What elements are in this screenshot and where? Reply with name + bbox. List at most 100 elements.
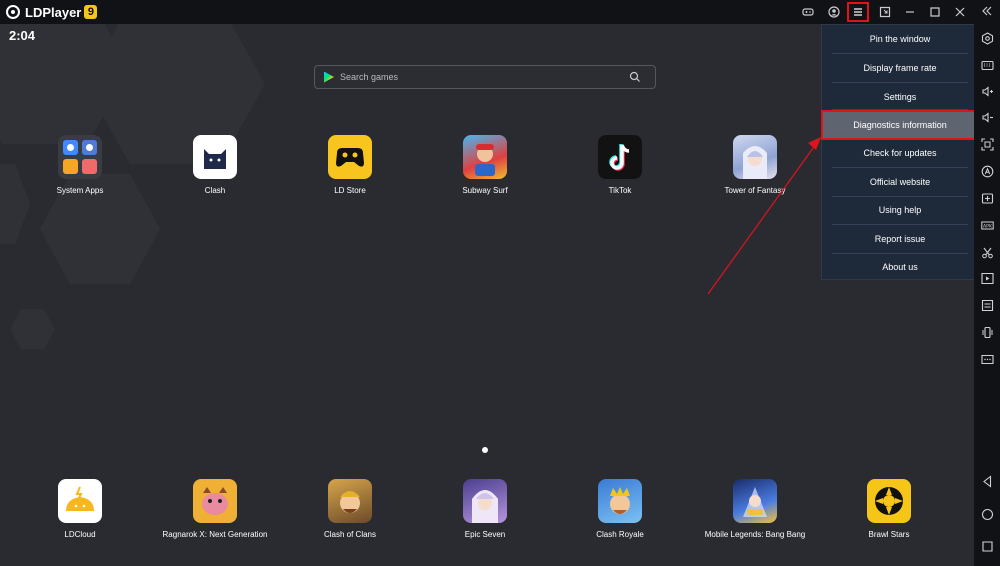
app-epic-seven[interactable]: Epic Seven — [420, 479, 550, 539]
menu-item-display-frame-rate[interactable]: Display frame rate — [822, 54, 978, 82]
video-icon — [981, 272, 994, 285]
sync-button[interactable] — [979, 297, 995, 313]
settings-icon — [981, 32, 994, 45]
scissors-button[interactable] — [979, 244, 995, 260]
app-logo: LDPlayer 9 — [6, 4, 98, 20]
search-placeholder: Search games — [340, 72, 399, 82]
volume-down-button[interactable] — [979, 109, 995, 125]
account-icon — [828, 6, 840, 18]
menu-item-report-issue[interactable]: Report issue — [822, 225, 978, 253]
add-app-button[interactable] — [979, 190, 995, 206]
app-name: LDPlayer — [25, 4, 82, 20]
menu-item-using-help[interactable]: Using help — [822, 196, 978, 224]
app-label: LD Store — [334, 186, 366, 195]
sync-icon — [981, 299, 994, 312]
screenshot-button[interactable] — [979, 136, 995, 152]
clash-royale-icon — [598, 479, 642, 523]
scissors-icon — [981, 246, 994, 259]
maximize-button[interactable] — [924, 2, 946, 22]
app-label: Epic Seven — [464, 530, 506, 539]
app-tiktok[interactable]: TikTok — [555, 135, 685, 195]
maximize-icon — [929, 6, 941, 18]
app-label: Clash of Clans — [323, 530, 377, 539]
annotation-arrow — [700, 137, 821, 304]
volume-down-icon — [981, 111, 994, 124]
page-indicator-dot — [482, 447, 488, 453]
epic-seven-icon — [463, 479, 507, 523]
app-ld-store[interactable]: LD Store — [285, 135, 415, 195]
background-hexagon — [10, 309, 55, 349]
home-button[interactable] — [979, 506, 995, 522]
ldcloud-icon — [58, 479, 102, 523]
ragnarok-x-icon — [193, 479, 237, 523]
menu-item-pin-window[interactable]: Pin the window — [822, 25, 978, 53]
back-button[interactable] — [979, 473, 995, 489]
minimize-icon — [904, 6, 916, 18]
app-mobile-legends[interactable]: Mobile Legends: Bang Bang — [690, 479, 820, 539]
gamepad-icon — [802, 6, 814, 18]
menu-divider — [832, 109, 968, 110]
app-label: Ragnarok X: Next Generation — [162, 530, 268, 539]
app-subway-surf[interactable]: Subway Surf — [420, 135, 550, 195]
menu-item-settings[interactable]: Settings — [822, 83, 978, 111]
video-button[interactable] — [979, 270, 995, 286]
app-label: Mobile Legends: Bang Bang — [704, 530, 806, 539]
right-toolbar: APK — [974, 24, 1000, 566]
operation-record-button[interactable] — [979, 163, 995, 179]
shrink-button[interactable] — [874, 2, 896, 22]
app-ragnarok-x[interactable]: Ragnarok X: Next Generation — [150, 479, 280, 539]
app-clash[interactable]: Clash — [150, 135, 280, 195]
app-ldcloud[interactable]: LDCloud — [15, 479, 145, 539]
volume-up-button[interactable] — [979, 83, 995, 99]
mobile-legends-icon — [733, 479, 777, 523]
menu-item-official-website[interactable]: Official website — [822, 168, 978, 196]
search-games-bar[interactable]: Search games — [314, 65, 656, 89]
recents-button[interactable] — [979, 538, 995, 554]
shake-button[interactable] — [979, 324, 995, 340]
back-icon — [981, 475, 994, 488]
tiktok-icon — [598, 135, 642, 179]
app-label: LDCloud — [64, 530, 96, 539]
brawl-stars-icon — [867, 479, 911, 523]
app-label: Clash Royale — [596, 530, 644, 539]
account-button[interactable] — [823, 2, 845, 22]
shrink-icon — [879, 6, 891, 18]
menu-item-about-us[interactable]: About us — [822, 253, 978, 281]
settings-button[interactable] — [979, 30, 995, 46]
keyboard-icon — [981, 59, 994, 72]
app-clash-of-clans[interactable]: Clash of Clans — [285, 479, 415, 539]
app-clash-royale[interactable]: Clash Royale — [555, 479, 685, 539]
recents-icon — [981, 540, 994, 553]
close-button[interactable] — [949, 2, 971, 22]
system-apps-folder-icon — [58, 135, 102, 179]
google-play-icon — [324, 71, 334, 83]
apk-install-icon: APK — [981, 219, 994, 229]
menu-item-diagnostics-information[interactable]: Diagnostics information — [821, 110, 979, 140]
volume-up-icon — [981, 85, 993, 98]
app-label: System Apps — [56, 186, 104, 195]
operation-record-icon — [981, 165, 994, 178]
search-icon[interactable] — [629, 71, 641, 83]
more-icon — [981, 353, 994, 366]
menu-button[interactable] — [847, 2, 869, 22]
shake-icon — [981, 326, 994, 339]
app-label: Subway Surf — [462, 186, 508, 195]
collapse-sidebar-icon[interactable] — [980, 4, 994, 18]
more-button[interactable] — [979, 351, 995, 367]
apk-install-button[interactable]: APK — [979, 217, 995, 233]
subway-surf-icon — [463, 135, 507, 179]
app-system-apps[interactable]: System Apps — [15, 135, 145, 195]
gamepad-button[interactable] — [797, 2, 819, 22]
home-icon — [981, 508, 994, 521]
version-badge: 9 — [84, 5, 98, 19]
title-bar: LDPlayer 9 — [0, 0, 1000, 24]
app-label: Clash — [204, 186, 226, 195]
screenshot-icon — [981, 138, 994, 151]
settings-dropdown-menu: Pin the window Display frame rate Settin… — [821, 24, 979, 281]
keyboard-button[interactable] — [979, 57, 995, 73]
app-brawl-stars[interactable]: Brawl Stars — [824, 479, 954, 539]
menu-item-check-for-updates[interactable]: Check for updates — [822, 139, 978, 167]
minimize-button[interactable] — [899, 2, 921, 22]
ldplayer-window: LDPlayer 9 2:04 Search games System Apps… — [0, 0, 1000, 566]
app-label: Brawl Stars — [868, 530, 910, 539]
